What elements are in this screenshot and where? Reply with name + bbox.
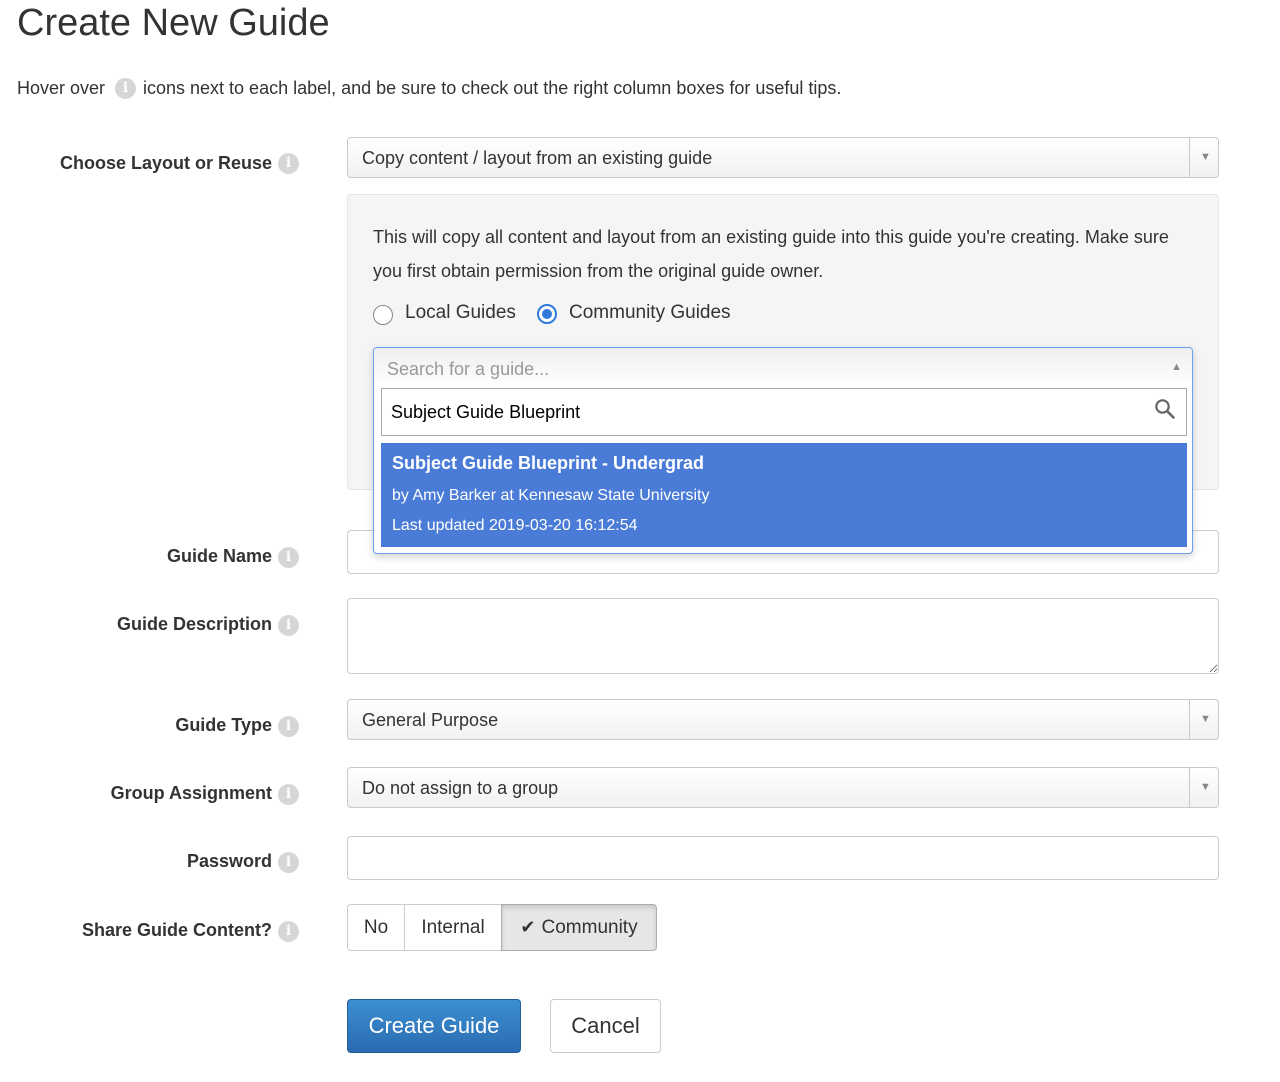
guide-name-label: Guide Name	[166, 546, 272, 566]
share-no-label: No	[363, 917, 389, 938]
radio-local-guides[interactable]	[373, 305, 393, 325]
share-no-button[interactable]: No	[347, 904, 405, 951]
group-assignment-select[interactable]: Do not assign to a group ▼	[347, 767, 1219, 808]
guide-type-label: Guide Type	[175, 715, 272, 735]
search-result-author: by Amy Barker at Kennesaw State Universi…	[392, 487, 710, 504]
guide-search-input[interactable]	[381, 388, 1187, 436]
share-community-button[interactable]: ✔ Community	[501, 904, 657, 951]
layout-label: Choose Layout or Reuse	[59, 153, 272, 173]
info-icon[interactable]: i	[278, 153, 299, 174]
layout-select-value: Copy content / layout from an existing g…	[362, 148, 713, 168]
create-guide-button[interactable]: Create Guide	[347, 999, 521, 1053]
guide-type-select[interactable]: General Purpose ▼	[347, 699, 1219, 740]
group-assignment-value: Do not assign to a group	[362, 778, 559, 798]
intro-text-end: icons next to each label, and be sure to…	[143, 78, 842, 98]
info-icon[interactable]: i	[278, 852, 299, 873]
caret-down-icon: ▼	[1200, 713, 1211, 725]
guide-description-textarea[interactable]	[347, 598, 1219, 674]
share-label: Share Guide Content?	[81, 920, 272, 940]
guide-search-select-head[interactable]: Search for a guide... ▲	[374, 348, 1192, 386]
select-arrow-button[interactable]: ▼	[1189, 138, 1218, 177]
select-arrow-button[interactable]: ▼	[1189, 700, 1218, 739]
caret-down-icon: ▼	[1200, 781, 1211, 793]
check-icon: ✔	[520, 917, 536, 937]
caret-down-icon: ▼	[1200, 151, 1211, 163]
radio-community-guides[interactable]	[537, 304, 557, 324]
share-internal-label: Internal	[421, 917, 485, 938]
search-result-title: Subject Guide Blueprint - Undergrad	[392, 453, 705, 473]
search-result-item[interactable]: Subject Guide Blueprint - Undergrad by A…	[381, 443, 1187, 547]
layout-select[interactable]: Copy content / layout from an existing g…	[347, 137, 1219, 178]
info-icon[interactable]: i	[278, 784, 299, 805]
page-title: Create New Guide	[17, 2, 330, 44]
guide-description-label: Guide Description	[116, 614, 272, 634]
info-icon[interactable]: i	[278, 547, 299, 568]
search-icon	[1155, 399, 1175, 419]
intro-text-start: Hover over	[17, 78, 106, 98]
share-internal-button[interactable]: Internal	[404, 904, 502, 951]
info-icon: i	[115, 78, 136, 99]
info-icon[interactable]: i	[278, 921, 299, 942]
info-icon[interactable]: i	[278, 716, 299, 737]
caret-up-icon: ▲	[1171, 361, 1182, 373]
guide-type-value: General Purpose	[362, 710, 499, 730]
info-icon[interactable]: i	[278, 615, 299, 636]
search-result-updated: Last updated 2019-03-20 16:12:54	[392, 517, 638, 534]
password-input[interactable]	[347, 836, 1219, 880]
radio-local-guides-label[interactable]: Local Guides	[405, 302, 516, 324]
guide-search-placeholder: Search for a guide...	[387, 359, 550, 379]
share-community-label: Community	[541, 917, 638, 938]
select-arrow-button[interactable]: ▼	[1189, 768, 1218, 807]
cancel-button[interactable]: Cancel	[550, 999, 661, 1053]
radio-community-guides-label[interactable]: Community Guides	[569, 302, 731, 324]
password-label: Password	[186, 851, 272, 871]
group-assignment-label: Group Assignment	[110, 783, 272, 803]
guide-search-dropdown[interactable]: Search for a guide... ▲ Subject Guide Bl…	[373, 347, 1193, 554]
copy-guide-description: This will copy all content and layout fr…	[373, 227, 1169, 281]
